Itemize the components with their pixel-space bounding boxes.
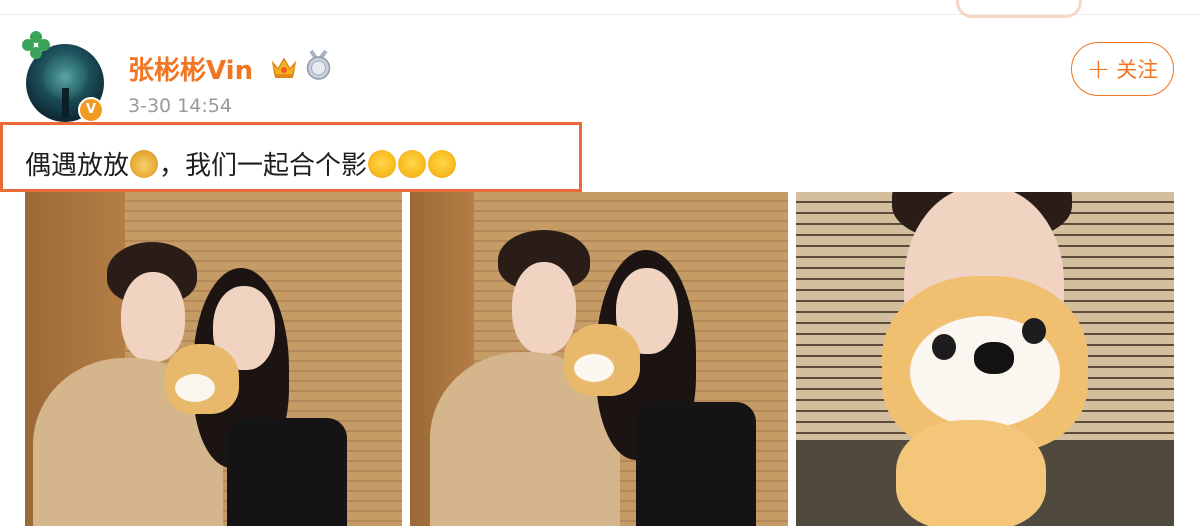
username[interactable]: 张彬彬Vin (128, 50, 253, 87)
photo-plush-face (574, 354, 614, 382)
hug-icon (398, 149, 427, 178)
doge-icon (130, 149, 159, 178)
plus-icon: + (1086, 52, 1111, 85)
medal-icon[interactable] (305, 49, 332, 81)
photo-person-face (512, 262, 576, 354)
photo-person-face (121, 272, 185, 362)
photo-plush-eye (1022, 318, 1046, 344)
crown-icon[interactable] (270, 54, 298, 80)
verified-badge: V (78, 97, 104, 123)
photo-person-dress (227, 418, 347, 526)
post-photo-3[interactable] (796, 192, 1174, 526)
photo-plush-nose (974, 342, 1014, 374)
post-timestamp: 3-30 14:54 (128, 95, 232, 117)
avatar-trunk (62, 88, 69, 118)
post-text-part-1: 偶遇放放 (25, 151, 130, 181)
photo-plush-body (896, 420, 1046, 526)
follow-label: 关注 (1116, 58, 1159, 82)
hug-icon (368, 149, 397, 178)
clover-icon (22, 31, 50, 59)
header-decoration (956, 0, 1082, 18)
photo-person-dress (636, 402, 756, 526)
post-photo-2[interactable] (410, 192, 788, 526)
hug-icon (428, 149, 457, 178)
photo-plush-eye (932, 334, 956, 360)
photo-plush-face (175, 374, 215, 402)
post-text-part-2: ，我们一起合个影 (159, 151, 368, 181)
follow-button[interactable]: + 关注 (1071, 42, 1174, 96)
post-photo-1[interactable] (25, 192, 402, 526)
post-text: 偶遇放放 ，我们一起合个影 (25, 145, 457, 182)
